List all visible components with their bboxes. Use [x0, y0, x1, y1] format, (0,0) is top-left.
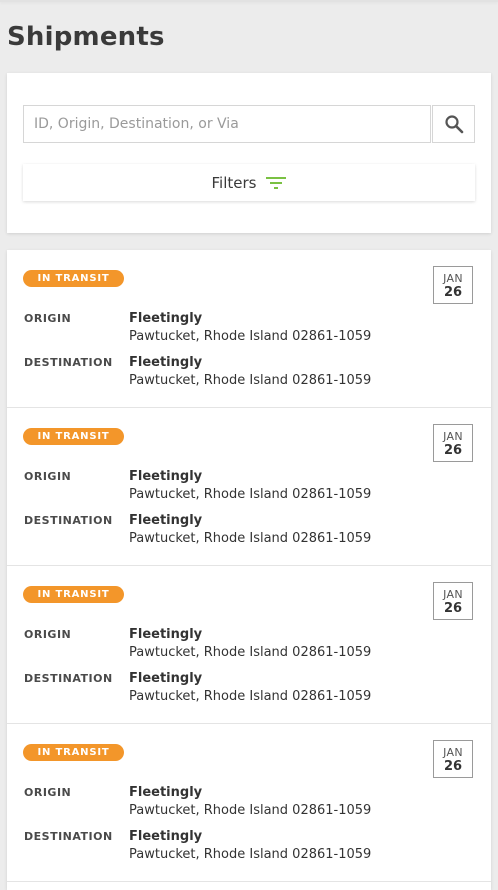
destination-address: Pawtucket, Rhode Island 02861-1059: [129, 531, 372, 546]
status-badge: IN TRANSIT: [23, 428, 124, 445]
date-badge: JAN 26: [433, 582, 473, 620]
origin-label: ORIGIN: [24, 470, 72, 483]
filter-icon: [266, 176, 287, 189]
origin-address: Pawtucket, Rhode Island 02861-1059: [129, 803, 372, 818]
destination-name: Fleetingly: [129, 671, 203, 686]
status-badge: IN TRANSIT: [23, 270, 124, 287]
date-month: JAN: [443, 588, 463, 601]
date-month: JAN: [443, 272, 463, 285]
origin-name: Fleetingly: [129, 469, 203, 484]
destination-address: Pawtucket, Rhode Island 02861-1059: [129, 847, 372, 862]
origin-address: Pawtucket, Rhode Island 02861-1059: [129, 645, 372, 660]
status-badge: IN TRANSIT: [23, 744, 124, 761]
date-day: 26: [443, 285, 463, 300]
shipment-list: IN TRANSIT JAN 26 ORIGIN Fleetingly Pawt…: [7, 250, 491, 890]
top-bar: [0, 0, 498, 2]
search-box: [23, 105, 431, 143]
shipment-item[interactable]: IN TRANSIT JAN 26 ORIGIN Fleetingly Pawt…: [7, 724, 491, 882]
shipment-item[interactable]: IN TRANSIT JAN 26 ORIGIN Fleetingly Pawt…: [7, 250, 491, 408]
origin-address: Pawtucket, Rhode Island 02861-1059: [129, 329, 372, 344]
date-badge: JAN 26: [433, 424, 473, 462]
origin-label: ORIGIN: [24, 786, 72, 799]
origin-address: Pawtucket, Rhode Island 02861-1059: [129, 487, 372, 502]
search-panel: Filters: [7, 73, 491, 233]
date-badge: JAN 26: [433, 740, 473, 778]
page-title: Shipments: [7, 22, 165, 52]
date-day: 26: [443, 443, 463, 458]
origin-name: Fleetingly: [129, 785, 203, 800]
date-month: JAN: [443, 746, 463, 759]
destination-address: Pawtucket, Rhode Island 02861-1059: [129, 373, 372, 388]
destination-label: DESTINATION: [24, 356, 113, 369]
date-month: JAN: [443, 430, 463, 443]
status-badge: IN TRANSIT: [23, 586, 124, 603]
date-day: 26: [443, 601, 463, 616]
search-button[interactable]: [432, 105, 475, 143]
destination-label: DESTINATION: [24, 514, 113, 527]
search-input[interactable]: [24, 106, 430, 142]
date-day: 26: [443, 759, 463, 774]
origin-name: Fleetingly: [129, 627, 203, 642]
shipment-item[interactable]: IN TRANSIT JAN 26 ORIGIN Fleetingly Pawt…: [7, 408, 491, 566]
destination-name: Fleetingly: [129, 829, 203, 844]
destination-label: DESTINATION: [24, 830, 113, 843]
filters-button[interactable]: Filters: [23, 164, 475, 201]
origin-label: ORIGIN: [24, 312, 72, 325]
destination-address: Pawtucket, Rhode Island 02861-1059: [129, 689, 372, 704]
origin-name: Fleetingly: [129, 311, 203, 326]
filters-label: Filters: [211, 173, 257, 192]
destination-label: DESTINATION: [24, 672, 113, 685]
date-badge: JAN 26: [433, 266, 473, 304]
search-icon: [444, 115, 463, 134]
destination-name: Fleetingly: [129, 355, 203, 370]
origin-label: ORIGIN: [24, 628, 72, 641]
shipment-item[interactable]: IN TRANSIT JAN 26 ORIGIN Fleetingly Pawt…: [7, 566, 491, 724]
destination-name: Fleetingly: [129, 513, 203, 528]
